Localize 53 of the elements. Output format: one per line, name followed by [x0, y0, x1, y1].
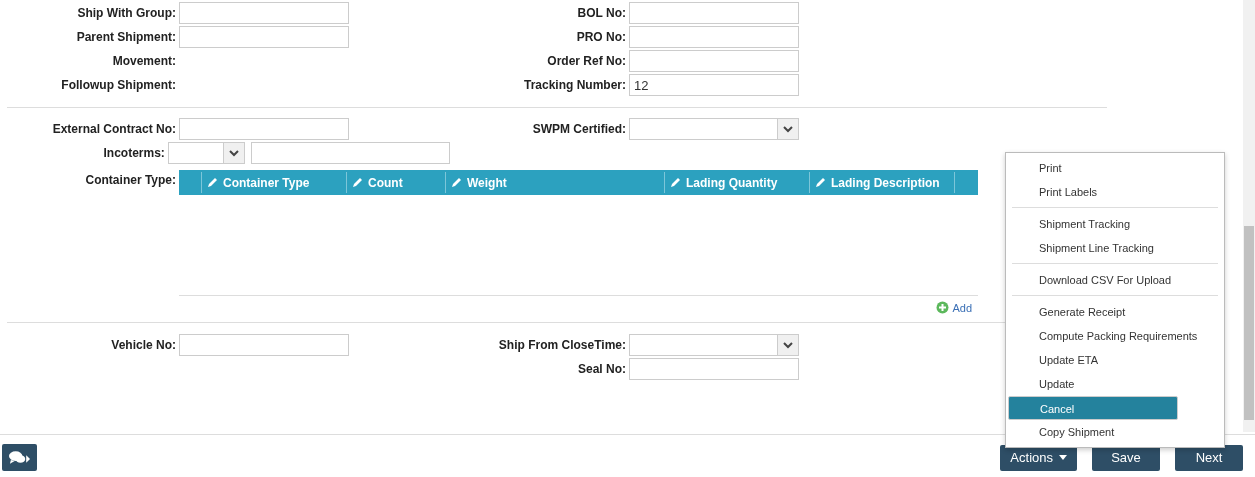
- field-label: Followup Shipment:: [60, 78, 177, 92]
- pencil-icon: [207, 177, 218, 188]
- menu-item[interactable]: Shipment Line Tracking: [1008, 236, 1222, 260]
- chat-button[interactable]: [2, 444, 37, 471]
- menu-item[interactable]: Update: [1008, 372, 1222, 396]
- menu-item[interactable]: Update ETA: [1008, 348, 1222, 372]
- input-field[interactable]: [179, 2, 349, 24]
- field-label: Ship With Group:: [76, 6, 177, 20]
- field-label: Movement:: [111, 54, 177, 68]
- chat-icon: [8, 449, 31, 466]
- menu-item[interactable]: Shipment Tracking: [1008, 212, 1222, 236]
- menu-item[interactable]: Compute Packing Requirements: [1008, 324, 1222, 348]
- input-field[interactable]: 12: [629, 74, 799, 96]
- field-label: Ship From CloseTime:: [497, 338, 627, 352]
- menu-item[interactable]: Print Labels: [1008, 180, 1222, 204]
- caret-icon: [1059, 455, 1067, 460]
- input-field[interactable]: [629, 358, 799, 380]
- input-field[interactable]: [179, 118, 349, 140]
- menu-item[interactable]: Cancel: [1008, 396, 1178, 420]
- input-field[interactable]: [179, 334, 349, 356]
- menu-item[interactable]: Copy Shipment: [1008, 420, 1222, 444]
- field-label: Order Ref No:: [546, 54, 627, 68]
- field-label: Tracking Number:: [522, 78, 627, 92]
- field-label: BOL No:: [576, 6, 627, 20]
- field-label: Incoterms:: [102, 146, 166, 160]
- menu-item[interactable]: Print: [1008, 156, 1222, 180]
- input-field[interactable]: [629, 50, 799, 72]
- dropdown-field[interactable]: [629, 334, 799, 356]
- field-label: PRO No:: [575, 30, 627, 44]
- dropdown-field[interactable]: [167, 142, 245, 164]
- field-label: Container Type:: [84, 172, 177, 187]
- input-field[interactable]: [629, 26, 799, 48]
- pencil-icon: [670, 177, 681, 188]
- dropdown-field[interactable]: [629, 118, 799, 140]
- input-field[interactable]: [250, 142, 450, 164]
- pencil-icon: [451, 177, 462, 188]
- add-link[interactable]: Add: [936, 301, 972, 314]
- menu-item[interactable]: Download CSV For Upload: [1008, 268, 1222, 292]
- plus-circle-icon: [936, 301, 950, 314]
- pencil-icon: [352, 177, 363, 188]
- field-label: Vehicle No:: [110, 338, 177, 352]
- chevron-down-icon: [228, 149, 239, 157]
- field-label: SWPM Certified:: [531, 122, 627, 136]
- field-label: Seal No:: [577, 362, 627, 376]
- pencil-icon: [815, 177, 826, 188]
- scrollbar[interactable]: [1243, 0, 1255, 432]
- chevron-down-icon: [783, 125, 793, 133]
- input-field[interactable]: [629, 2, 799, 24]
- menu-item[interactable]: Generate Receipt: [1008, 300, 1222, 324]
- chevron-down-icon: [783, 341, 793, 349]
- input-field[interactable]: [179, 26, 349, 48]
- field-label: External Contract No:: [51, 122, 177, 136]
- field-label: Parent Shipment:: [75, 30, 177, 44]
